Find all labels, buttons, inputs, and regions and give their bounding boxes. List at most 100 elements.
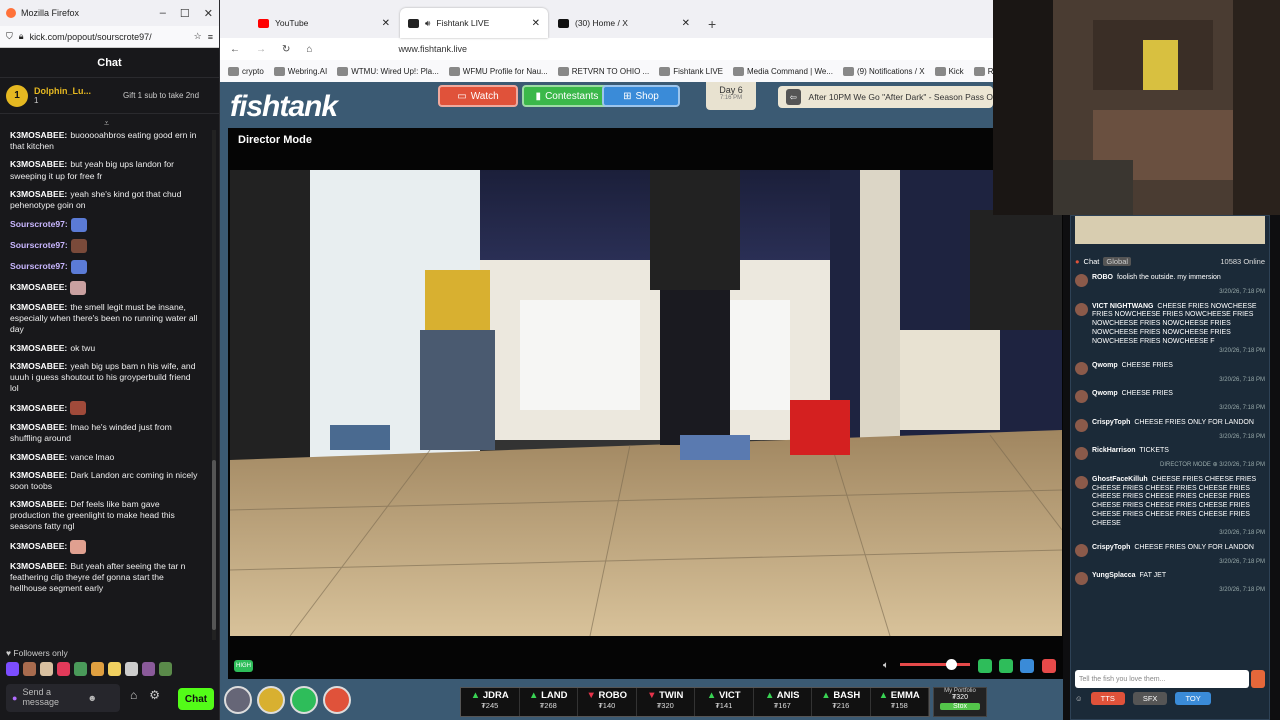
chat-username[interactable]: K3MOSABEE: — [10, 470, 67, 480]
tab-x[interactable]: (30) Home / X ✕ — [550, 8, 698, 38]
bookmark-item[interactable]: WFMU Profile for Nau... — [448, 66, 548, 76]
pinned-gifter[interactable]: 1 Dolphin_Lu... 1 Gift 1 sub to take 2nd — [0, 78, 219, 114]
avatar[interactable] — [1075, 475, 1088, 489]
avatar[interactable] — [1075, 572, 1088, 586]
portfolio-box[interactable]: My Portfolio ₮320 Stox — [933, 687, 987, 717]
star-icon[interactable]: ☆ — [194, 31, 202, 42]
chat-username[interactable]: Sourscrote97: — [10, 219, 68, 229]
contestant-vict[interactable]: ▲ VICT ₮141 — [695, 688, 754, 716]
avatar[interactable] — [1075, 447, 1088, 461]
emoji-icon[interactable]: ☺ — [1075, 694, 1083, 703]
record-icon[interactable] — [1042, 659, 1056, 673]
chat-username[interactable]: K3MOSABEE: — [10, 189, 67, 199]
menu-icon[interactable]: ≡ — [208, 32, 213, 42]
bookmark-item[interactable]: RETVRN TO OHIO ... — [557, 66, 649, 76]
chat-username[interactable]: K3MOSABEE: — [10, 541, 67, 551]
forward-icon[interactable]: → — [256, 44, 266, 55]
avatar[interactable] — [1075, 543, 1088, 557]
chat-scrollbar[interactable] — [212, 130, 216, 640]
announcement-marquee[interactable]: ⇦ After 10PM We Go "After Dark" - Season … — [778, 86, 993, 108]
volume-icon[interactable]: 🔈︎ — [883, 660, 889, 671]
emote-icon[interactable] — [108, 662, 121, 676]
close-tab-icon[interactable]: ✕ — [682, 18, 690, 29]
store-icon[interactable]: ⌂ — [130, 688, 137, 702]
tab-fishtank[interactable]: 🔊︎ Fishtank LIVE ✕ — [400, 8, 548, 38]
video-frame[interactable] — [230, 170, 1062, 636]
url-text[interactable]: kick.com/popout/sourscrote97/ — [30, 32, 188, 42]
back-icon[interactable]: ← — [230, 44, 240, 55]
chat-username[interactable]: Qwomp — [1092, 362, 1118, 369]
global-tab[interactable]: Global — [1103, 256, 1132, 266]
mic-icon[interactable]: ● — [12, 693, 17, 703]
inventory-icon[interactable] — [290, 686, 318, 714]
bookmark-item[interactable]: crypto — [228, 66, 264, 76]
close-tab-icon[interactable]: ✕ — [382, 18, 390, 29]
bookmark-item[interactable]: Media Command | We... — [733, 66, 833, 76]
emote-icon[interactable] — [40, 662, 53, 676]
chat-username[interactable]: Sourscrote97: — [10, 261, 68, 271]
send-message-input[interactable]: ● Send a message ☻ — [6, 684, 120, 712]
contestant-twin[interactable]: ▼ TWIN ₮320 — [637, 688, 695, 716]
watch-button[interactable]: ▭ Watch — [438, 85, 518, 107]
contestant-land[interactable]: ▲ LAND ₮268 — [520, 688, 578, 716]
avatar[interactable] — [1075, 418, 1088, 432]
chat-username[interactable]: K3MOSABEE: — [10, 403, 67, 413]
chat-username[interactable]: K3MOSABEE: — [10, 561, 67, 571]
pip-icon[interactable] — [978, 659, 992, 673]
avatar[interactable] — [1075, 302, 1088, 316]
emote-icon[interactable] — [159, 662, 172, 676]
collapse-icon[interactable]: ⩡ — [104, 118, 109, 129]
chat-username[interactable]: K3MOSABEE: — [10, 499, 67, 509]
reload-icon[interactable]: ↻ — [282, 44, 290, 55]
contestant-anis[interactable]: ▲ ANIS ₮167 — [754, 688, 812, 716]
site-chat-input[interactable]: Tell the fish you love them... — [1075, 670, 1249, 688]
chat-username[interactable]: K3MOSABEE: — [10, 302, 67, 312]
chat-username[interactable]: K3MOSABEE: — [10, 361, 67, 371]
chat-username[interactable]: K3MOSABEE: — [10, 452, 67, 462]
chat-username[interactable]: K3MOSABEE: — [10, 159, 67, 169]
emote-icon[interactable] — [57, 662, 70, 676]
shop-button[interactable]: ⊞ Shop — [602, 85, 680, 107]
chat-username[interactable]: Sourscrote97: — [10, 240, 68, 250]
bookmark-item[interactable]: Webring.AI — [273, 66, 327, 76]
emoji-icon[interactable]: ☻ — [87, 693, 96, 703]
emote-icon[interactable] — [74, 662, 87, 676]
sfx-button[interactable]: SFX — [1132, 692, 1168, 705]
chat-username[interactable]: CrispyToph — [1092, 544, 1130, 551]
arrow-left-icon[interactable]: ⇦ — [786, 89, 801, 105]
audio-icon[interactable]: 🔊︎ — [425, 18, 430, 29]
chat-tab[interactable]: Chat — [1084, 257, 1100, 266]
avatar[interactable] — [1075, 274, 1088, 287]
cast-icon[interactable] — [999, 659, 1013, 673]
emote-icon[interactable] — [91, 662, 104, 676]
contestant-bash[interactable]: ▲ BASH ₮216 — [812, 688, 871, 716]
quality-badge[interactable]: HIGH — [234, 660, 253, 672]
volume-slider[interactable] — [900, 659, 970, 670]
tab-youtube[interactable]: YouTube ✕ — [250, 8, 398, 38]
minimize-icon[interactable]: – — [160, 7, 166, 20]
contestant-jdra[interactable]: ▲ JDRA ₮245 — [461, 688, 520, 716]
chat-username[interactable]: K3MOSABEE: — [10, 282, 67, 292]
new-tab-icon[interactable]: + — [700, 16, 724, 38]
emote-icon[interactable] — [23, 662, 36, 676]
contestant-robo[interactable]: ▼ ROBO ₮140 — [578, 688, 637, 716]
settings-gear-icon[interactable] — [224, 686, 252, 714]
gift-sub-text[interactable]: Gift 1 sub to take 2nd — [123, 91, 213, 101]
maximize-icon[interactable]: ☐ — [180, 7, 190, 20]
fullscreen-icon[interactable] — [1020, 659, 1034, 673]
close-tab-icon[interactable]: ✕ — [532, 18, 540, 29]
chat-username[interactable]: K3MOSABEE: — [10, 343, 67, 353]
tts-button[interactable]: TTS — [1090, 692, 1125, 705]
bookmark-item[interactable]: (9) Notifications / X — [842, 66, 925, 76]
chat-username[interactable]: K3MOSABEE: — [10, 130, 67, 140]
chat-username[interactable]: K3MOSABEE: — [10, 422, 67, 432]
url-field[interactable]: www.fishtank.live — [398, 44, 467, 54]
avatar[interactable] — [1075, 390, 1088, 404]
bookmark-item[interactable]: Fishtank LIVE — [659, 66, 723, 76]
avatar[interactable] — [1075, 361, 1088, 375]
bookmark-item[interactable]: WTMU: Wired Up!: Pla... — [337, 66, 439, 76]
contestants-button[interactable]: ▮ Contestants — [522, 85, 612, 107]
chat-username[interactable]: CrispyToph — [1092, 419, 1130, 426]
contestant-emma[interactable]: ▲ EMMA ₮158 — [871, 688, 929, 716]
site-chat-send-button[interactable] — [1251, 670, 1265, 688]
